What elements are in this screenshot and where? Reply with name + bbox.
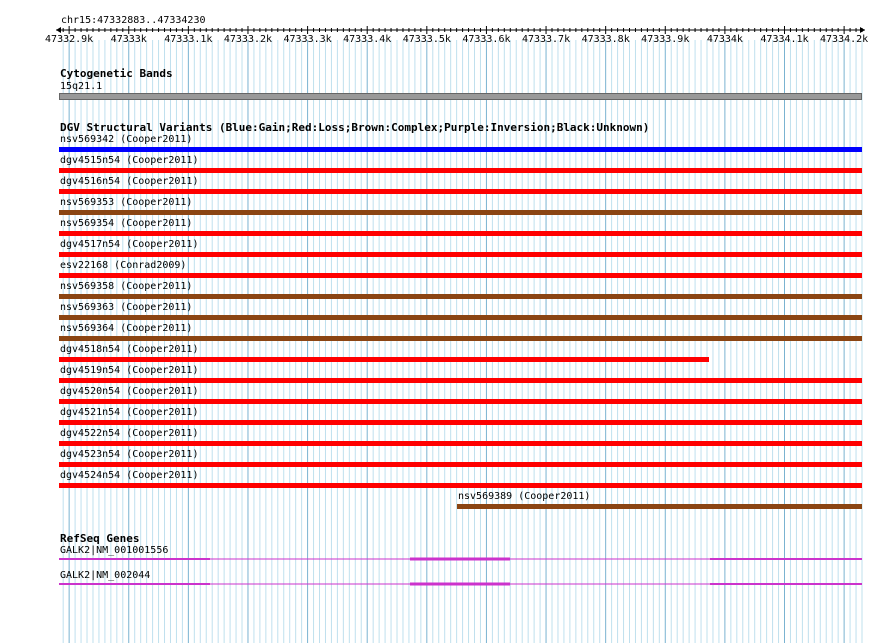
variant-label: nsv569342 (Cooper2011) [60, 134, 193, 145]
variant-bar[interactable] [59, 483, 862, 488]
cytoband-label: 15q21.1 [60, 81, 103, 92]
gene-exon [59, 558, 210, 560]
gene-exon [710, 583, 862, 585]
variant-label: dgv4515n54 (Cooper2011) [60, 155, 199, 166]
ruler-left-arrow-icon [56, 27, 61, 33]
cytoband-bar[interactable] [59, 93, 862, 100]
variant-bar[interactable] [59, 420, 862, 425]
variant-label: dgv4524n54 (Cooper2011) [60, 470, 199, 481]
refseq-track-title: RefSeq Genes [60, 532, 140, 545]
variant-bar[interactable] [59, 378, 862, 383]
variant-label: nsv569363 (Cooper2011) [60, 302, 193, 313]
variant-bar[interactable] [59, 252, 862, 257]
dgv-track-title: DGV Structural Variants (Blue:Gain;Red:L… [60, 121, 650, 134]
gene-exon [59, 583, 210, 585]
variant-bar[interactable] [59, 357, 709, 362]
variant-label: dgv4523n54 (Cooper2011) [60, 449, 199, 460]
variant-bar[interactable] [59, 315, 862, 320]
variant-label: nsv569354 (Cooper2011) [60, 218, 193, 229]
variant-label: nsv569353 (Cooper2011) [60, 197, 193, 208]
cytoband-track-title: Cytogenetic Bands [60, 67, 173, 80]
gene-exon [710, 558, 862, 560]
gene-label: GALK2|NM_001001556 [60, 545, 169, 556]
variant-label: dgv4520n54 (Cooper2011) [60, 386, 199, 397]
genome-browser-view: chr15:47332883..47334230 47332.9k 47333k 4… [0, 0, 890, 643]
variant-bar[interactable] [457, 504, 862, 509]
variant-label: nsv569364 (Cooper2011) [60, 323, 193, 334]
variant-bar[interactable] [59, 273, 862, 278]
variant-label: dgv4516n54 (Cooper2011) [60, 176, 199, 187]
variant-bar[interactable] [59, 231, 862, 236]
variant-label: esv22168 (Conrad2009) [60, 260, 187, 271]
variant-bar[interactable] [59, 210, 862, 215]
ruler-tick-label: 47334.2k [820, 34, 869, 45]
variant-bar[interactable] [59, 336, 862, 341]
variant-bar[interactable] [59, 399, 862, 404]
variant-label: dgv4519n54 (Cooper2011) [60, 365, 199, 376]
ruler-location-label: chr15:47332883..47334230 [61, 15, 206, 26]
variant-bar[interactable] [59, 441, 862, 446]
gene-exon [410, 582, 510, 586]
variant-bar[interactable] [59, 147, 862, 152]
variant-bar[interactable] [59, 168, 862, 173]
gene-label: GALK2|NM_002044 [60, 570, 151, 581]
variant-label: dgv4521n54 (Cooper2011) [60, 407, 199, 418]
variant-bar[interactable] [59, 462, 862, 467]
gene-exon [410, 557, 510, 561]
variant-label: nsv569358 (Cooper2011) [60, 281, 193, 292]
variant-label: dgv4522n54 (Cooper2011) [60, 428, 199, 439]
variant-label: dgv4517n54 (Cooper2011) [60, 239, 199, 250]
variant-label: nsv569389 (Cooper2011) [458, 491, 591, 502]
variant-bar[interactable] [59, 189, 862, 194]
variant-label: dgv4518n54 (Cooper2011) [60, 344, 199, 355]
variant-bar[interactable] [59, 294, 862, 299]
